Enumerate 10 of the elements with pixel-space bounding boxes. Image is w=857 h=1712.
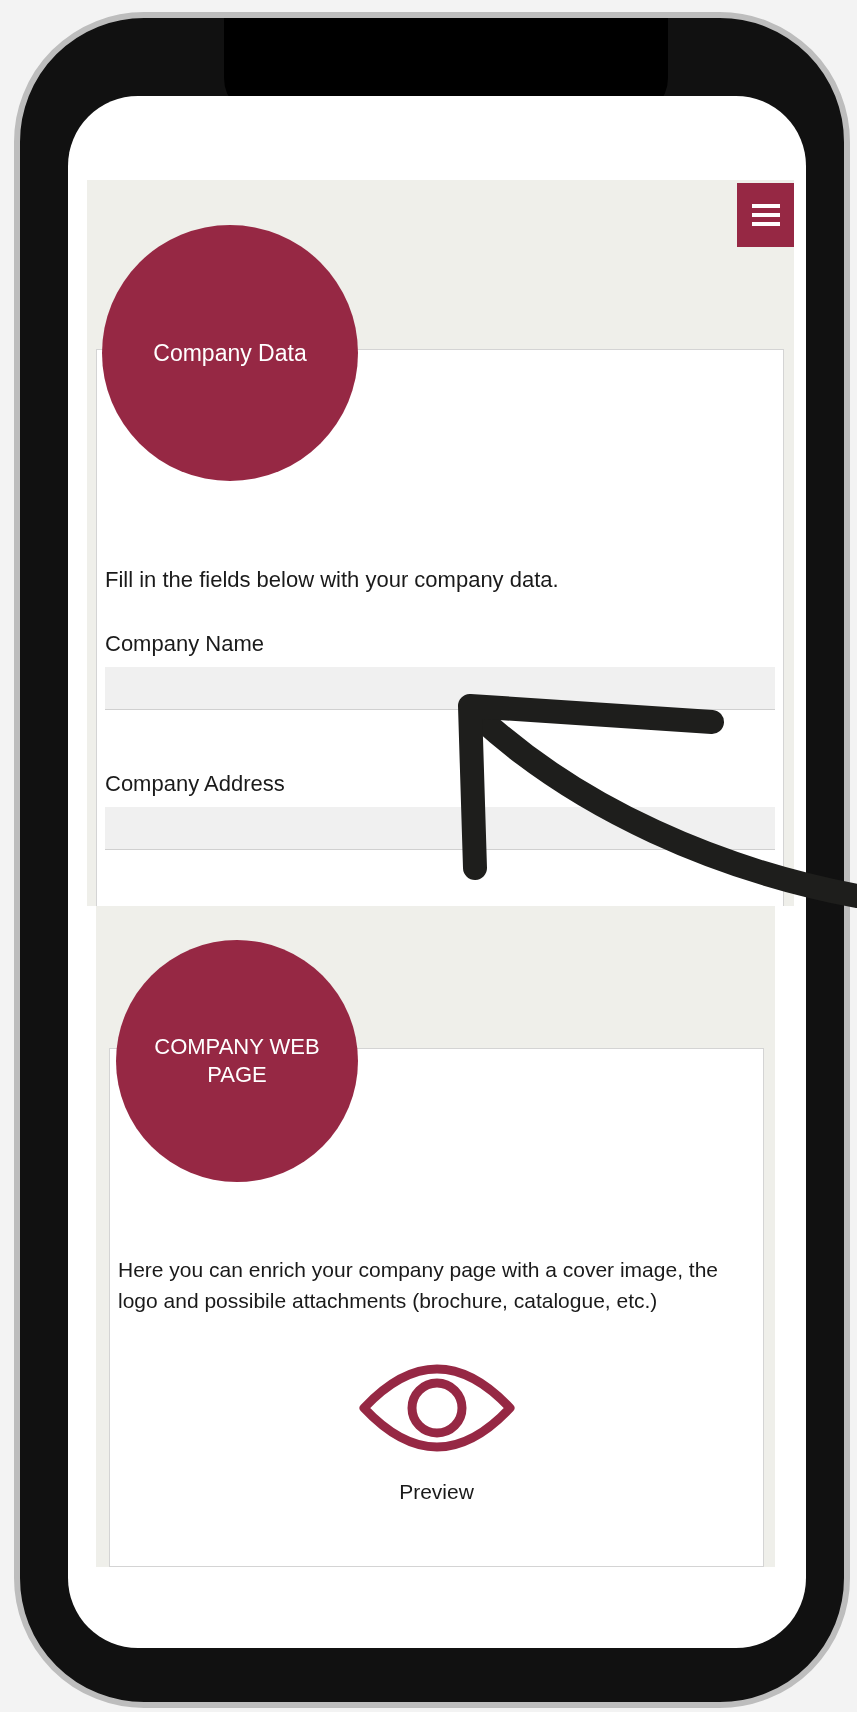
description-text: Here you can enrich your company page with a cover image, the logo and possibile attachments (brochure, catalogue, etc.): [118, 1257, 719, 1314]
menu-button[interactable]: [737, 183, 794, 247]
preview-button[interactable]: Preview: [399, 1476, 474, 1508]
section-badge: Company Data: [102, 225, 358, 481]
input-field[interactable]: [105, 667, 775, 710]
field-label: Company Address: [105, 770, 286, 798]
intro-text: Fill in the fields below with your company data.: [105, 566, 560, 594]
menu-icon: [751, 204, 780, 226]
section-badge: COMPANY WEB PAGE: [116, 940, 358, 1182]
field-label: Company Name: [105, 630, 265, 658]
